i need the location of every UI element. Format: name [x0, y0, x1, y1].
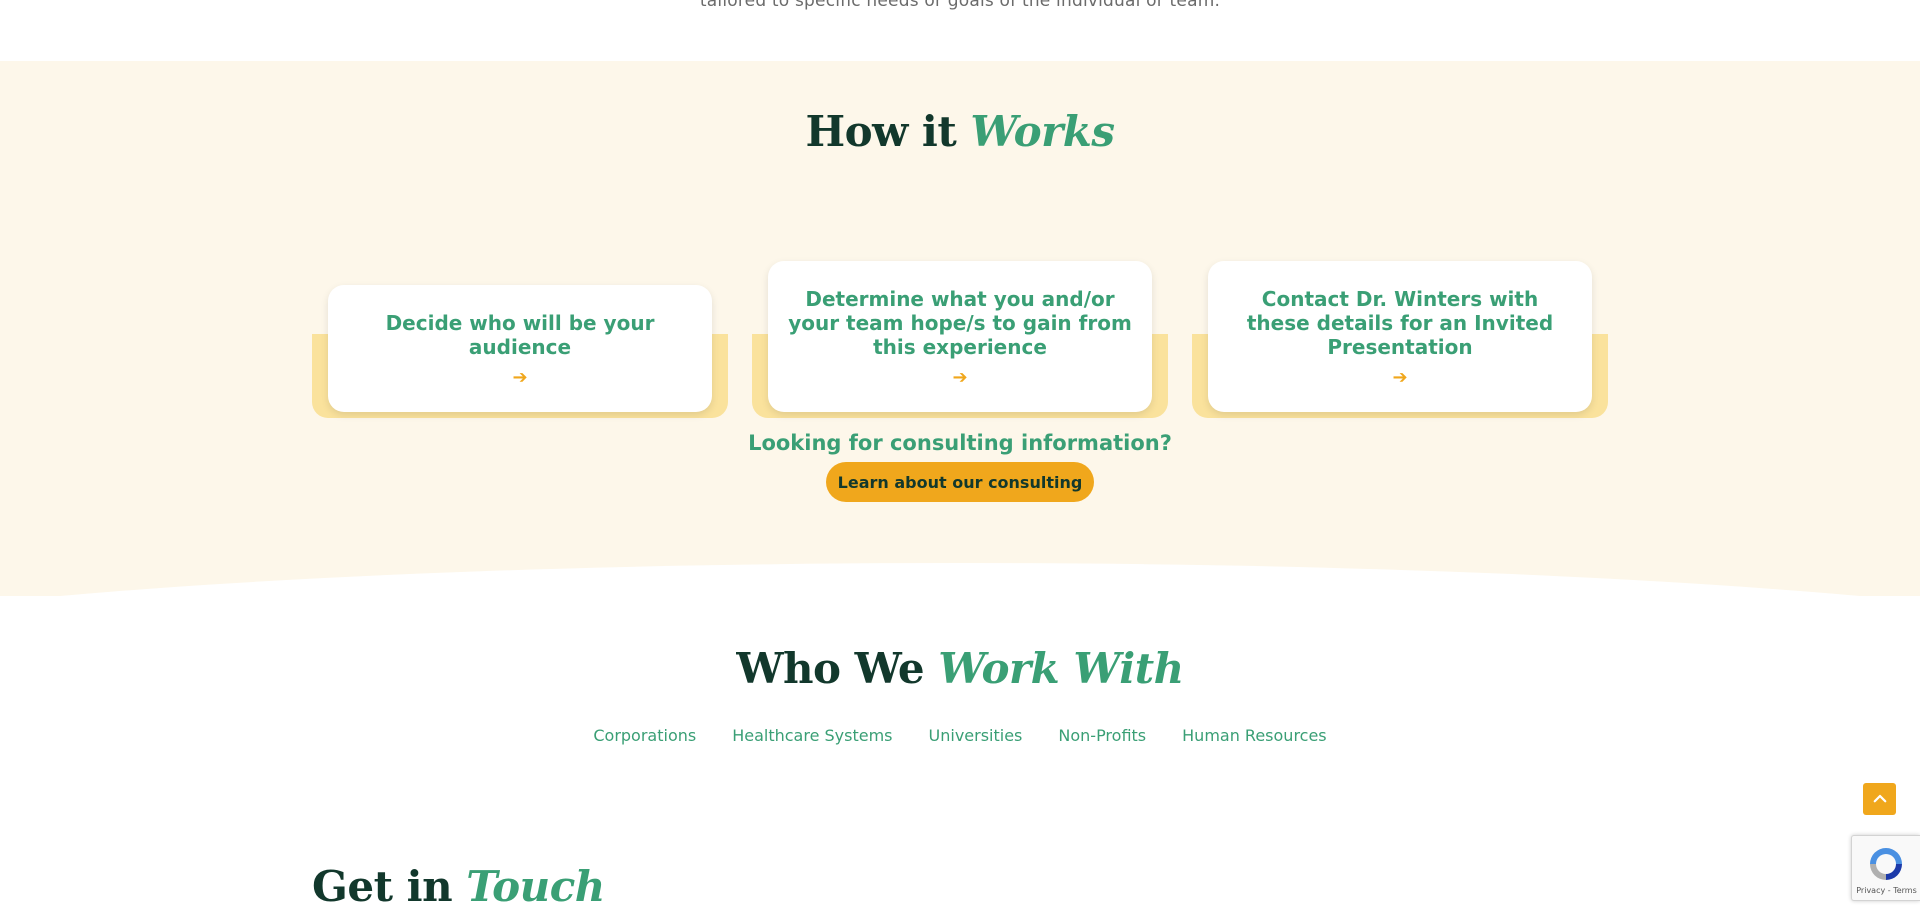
how-it-works-section: How it Works Decide who will be your aud…	[0, 61, 1920, 596]
step-card-1-body: Decide who will be your audience ➔	[328, 285, 712, 412]
arrow-right-icon[interactable]: ➔	[952, 368, 967, 387]
client-types-list: Corporations Healthcare Systems Universi…	[0, 726, 1920, 745]
recaptcha-icon	[1870, 848, 1902, 880]
arrow-right-icon[interactable]: ➔	[512, 368, 527, 387]
intro-text: tailored to specific needs or goals of t…	[699, 0, 1221, 11]
learn-consulting-button[interactable]: Learn about our consulting	[826, 462, 1094, 502]
step-card-2-body: Determine what you and/or your team hope…	[768, 261, 1152, 412]
get-in-touch-title: Get in Touch	[312, 862, 605, 911]
title-plain: Get in	[312, 862, 467, 911]
consulting-question: Looking for consulting information?	[748, 431, 1172, 455]
client-type-universities[interactable]: Universities	[929, 726, 1023, 745]
step-card-2: Determine what you and/or your team hope…	[752, 80, 1168, 418]
chevron-up-icon	[1873, 794, 1886, 803]
step-card-3: Contact Dr. Winters with these details f…	[1192, 80, 1608, 418]
title-plain: Who We	[736, 644, 939, 693]
title-accent: Work With	[938, 644, 1184, 693]
title-accent: Touch	[466, 862, 605, 911]
step-card-2-title: Determine what you and/or your team hope…	[788, 286, 1132, 359]
client-type-corporations[interactable]: Corporations	[593, 726, 696, 745]
who-we-work-with-title: Who We Work With	[0, 644, 1920, 693]
recaptcha-terms-link[interactable]: Privacy - Terms	[1852, 886, 1920, 895]
step-card-1-title: Decide who will be your audience	[385, 310, 655, 359]
step-card-3-title: Contact Dr. Winters with these details f…	[1246, 286, 1554, 359]
client-type-healthcare-systems[interactable]: Healthcare Systems	[732, 726, 892, 745]
client-type-non-profits[interactable]: Non-Profits	[1058, 726, 1146, 745]
scroll-to-top-button[interactable]	[1863, 783, 1896, 815]
recaptcha-badge[interactable]: Privacy - Terms	[1851, 835, 1920, 901]
step-card-1: Decide who will be your audience ➔	[312, 80, 728, 418]
section-curve-divider	[0, 563, 1920, 596]
client-type-human-resources[interactable]: Human Resources	[1182, 726, 1327, 745]
step-card-3-body: Contact Dr. Winters with these details f…	[1208, 261, 1592, 412]
arrow-right-icon[interactable]: ➔	[1392, 368, 1407, 387]
